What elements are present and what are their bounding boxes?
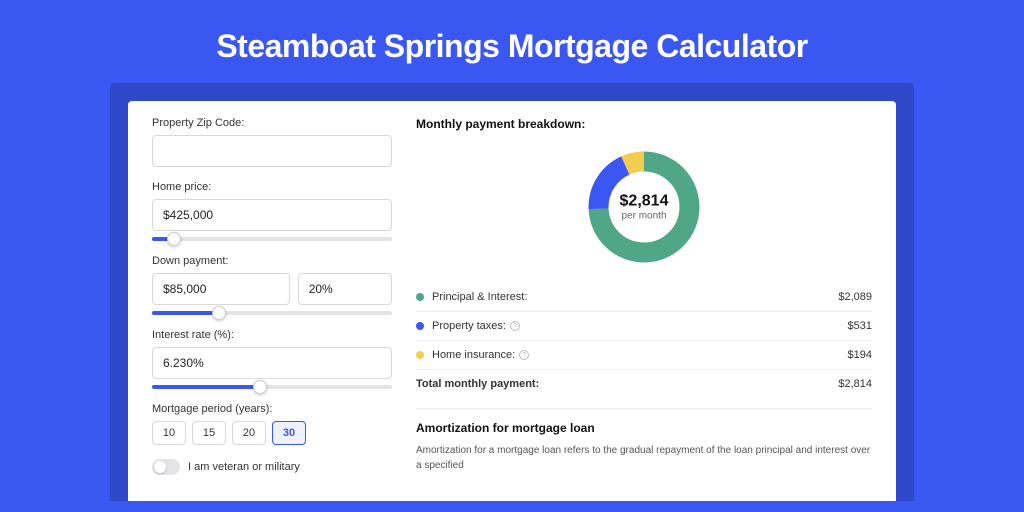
- interest-slider[interactable]: [152, 385, 392, 389]
- period-button-30[interactable]: 30: [272, 421, 306, 445]
- breakdown-label: Property taxes:?: [432, 320, 848, 332]
- breakdown-value: $531: [848, 320, 872, 332]
- calculator-outer-panel: Property Zip Code: Home price: Down paym…: [110, 83, 914, 501]
- breakdown-row: Property taxes:?$531: [416, 311, 872, 340]
- period-label: Mortgage period (years):: [152, 403, 392, 415]
- breakdown-label: Home insurance:?: [432, 349, 848, 361]
- form-column: Property Zip Code: Home price: Down paym…: [152, 117, 392, 501]
- down-payment-label: Down payment:: [152, 255, 392, 267]
- breakdown-total-value: $2,814: [838, 378, 872, 390]
- interest-field-group: Interest rate (%):: [152, 329, 392, 389]
- home-price-input[interactable]: [152, 199, 392, 231]
- donut-chart-wrap: $2,814 per month: [416, 141, 872, 283]
- down-payment-field-group: Down payment:: [152, 255, 392, 315]
- interest-input[interactable]: [152, 347, 392, 379]
- home-price-field-group: Home price:: [152, 181, 392, 241]
- zip-label: Property Zip Code:: [152, 117, 392, 129]
- page-title: Steamboat Springs Mortgage Calculator: [0, 0, 1024, 83]
- interest-slider-fill: [152, 385, 260, 389]
- breakdown-list: Principal & Interest:$2,089Property taxe…: [416, 283, 872, 369]
- period-button-15[interactable]: 15: [192, 421, 226, 445]
- breakdown-title: Monthly payment breakdown:: [416, 117, 872, 131]
- interest-label: Interest rate (%):: [152, 329, 392, 341]
- zip-field-group: Property Zip Code:: [152, 117, 392, 167]
- breakdown-label: Principal & Interest:: [432, 291, 838, 303]
- veteran-label: I am veteran or military: [188, 461, 300, 473]
- donut-chart: $2,814 per month: [584, 147, 704, 267]
- home-price-slider[interactable]: [152, 237, 392, 241]
- breakdown-value: $194: [848, 349, 872, 361]
- amortization-title: Amortization for mortgage loan: [416, 421, 872, 435]
- period-button-20[interactable]: 20: [232, 421, 266, 445]
- legend-dot: [416, 293, 424, 301]
- amortization-block: Amortization for mortgage loan Amortizat…: [416, 408, 872, 473]
- down-payment-input[interactable]: [152, 273, 290, 305]
- down-payment-pct-input[interactable]: [298, 273, 392, 305]
- donut-center: $2,814 per month: [620, 193, 669, 222]
- veteran-toggle-row: I am veteran or military: [152, 459, 392, 475]
- home-price-label: Home price:: [152, 181, 392, 193]
- legend-dot: [416, 322, 424, 330]
- breakdown-total-label: Total monthly payment:: [416, 378, 838, 390]
- legend-dot: [416, 351, 424, 359]
- breakdown-row: Principal & Interest:$2,089: [416, 283, 872, 311]
- breakdown-row: Home insurance:?$194: [416, 340, 872, 369]
- interest-slider-thumb[interactable]: [253, 380, 267, 394]
- breakdown-total-row: Total monthly payment: $2,814: [416, 369, 872, 398]
- veteran-toggle[interactable]: [152, 459, 180, 475]
- period-button-row: 10152030: [152, 421, 392, 445]
- zip-input[interactable]: [152, 135, 392, 167]
- amortization-text: Amortization for a mortgage loan refers …: [416, 443, 872, 473]
- info-icon[interactable]: ?: [510, 321, 520, 331]
- down-payment-slider-thumb[interactable]: [212, 306, 226, 320]
- calculator-inner-panel: Property Zip Code: Home price: Down paym…: [128, 101, 896, 501]
- donut-center-value: $2,814: [620, 193, 669, 211]
- donut-center-sub: per month: [620, 211, 669, 222]
- info-icon[interactable]: ?: [519, 350, 529, 360]
- period-button-10[interactable]: 10: [152, 421, 186, 445]
- down-payment-slider[interactable]: [152, 311, 392, 315]
- results-column: Monthly payment breakdown: $2,814 per mo…: [416, 117, 872, 501]
- period-field-group: Mortgage period (years): 10152030: [152, 403, 392, 445]
- breakdown-value: $2,089: [838, 291, 872, 303]
- home-price-slider-thumb[interactable]: [167, 232, 181, 246]
- veteran-toggle-knob: [154, 461, 166, 473]
- down-payment-slider-fill: [152, 311, 219, 315]
